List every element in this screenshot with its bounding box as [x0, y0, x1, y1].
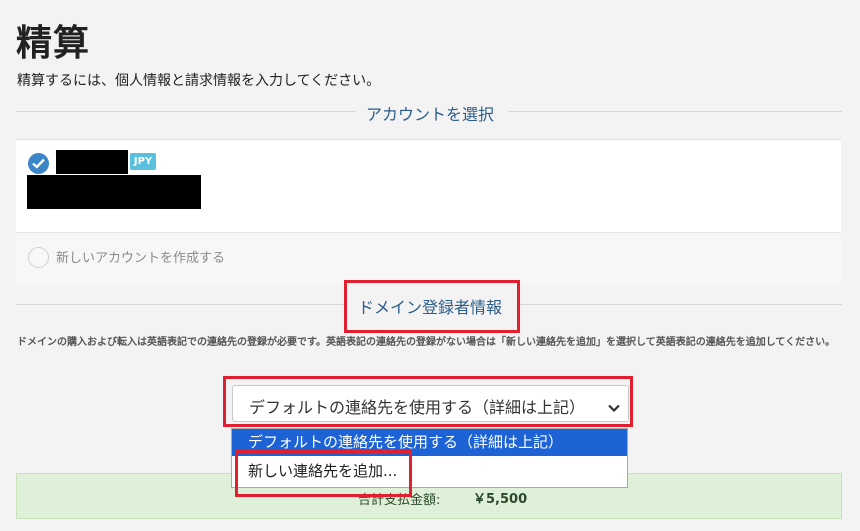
new-account-option[interactable]: 新しいアカウントを作成する: [16, 233, 841, 284]
page-title: 精算: [16, 23, 91, 64]
redacted-account-name: [56, 150, 128, 174]
highlight-add-new-contact: [235, 450, 412, 497]
new-account-radio[interactable]: [28, 247, 49, 268]
currency-badge: JPY: [130, 153, 156, 170]
account-heading-text: アカウントを選択: [366, 105, 495, 124]
total-value: ￥5,500: [473, 492, 528, 507]
highlight-contact-select: [223, 376, 633, 427]
redacted-account-details: [27, 175, 201, 209]
account-section-heading: アカウントを選択: [16, 101, 842, 124]
check-icon: [28, 153, 49, 174]
account-list: JPY 新しいアカウントを作成する: [16, 139, 841, 284]
page-subtitle: 精算するには、個人情報と請求情報を入力してください。: [17, 73, 381, 89]
highlight-registrant-heading: [344, 280, 520, 333]
registrant-note: ドメインの購入および転入は英語表記での連絡先の登録が必要です。英語表記の連絡先の…: [17, 337, 836, 348]
new-account-label: 新しいアカウントを作成する: [56, 251, 226, 266]
account-item-selected[interactable]: JPY: [16, 140, 841, 233]
